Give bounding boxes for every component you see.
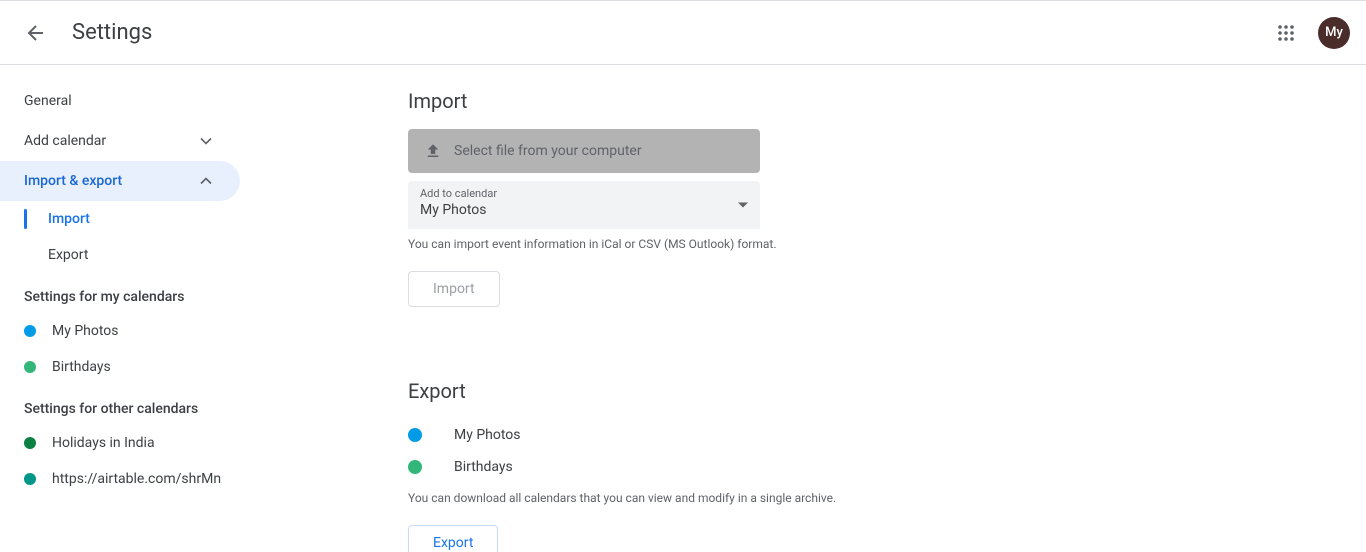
upload-icon bbox=[424, 142, 442, 160]
sidebar-sub-export[interactable]: Export bbox=[0, 237, 256, 273]
other-cal-item[interactable]: Holidays in India bbox=[0, 425, 256, 461]
main-content: Import Select file from your computer Ad… bbox=[256, 65, 1366, 552]
import-button[interactable]: Import bbox=[408, 271, 500, 307]
import-button-label: Import bbox=[433, 281, 475, 297]
sidebar-item-label: Import & export bbox=[24, 173, 122, 189]
export-button[interactable]: Export bbox=[408, 525, 498, 552]
add-to-calendar-dropdown[interactable]: Add to calendar My Photos bbox=[408, 181, 760, 229]
calendar-dot-icon bbox=[408, 460, 422, 474]
body: General Add calendar Import & export Imp… bbox=[0, 65, 1366, 552]
header-left: Settings bbox=[16, 13, 152, 53]
sidebar-sub-import[interactable]: Import bbox=[0, 201, 256, 237]
calendar-label: Holidays in India bbox=[52, 435, 155, 451]
export-cal-row: Birthdays bbox=[408, 451, 1366, 483]
my-cal-item[interactable]: Birthdays bbox=[0, 349, 256, 385]
sidebar-item-add-calendar[interactable]: Add calendar bbox=[0, 121, 240, 161]
dropdown-label: Add to calendar bbox=[420, 187, 748, 200]
back-button[interactable] bbox=[16, 13, 56, 53]
arrow-left-icon bbox=[24, 21, 48, 45]
calendar-dot-icon bbox=[24, 437, 36, 449]
select-file-button[interactable]: Select file from your computer bbox=[408, 129, 760, 173]
chevron-down-icon bbox=[196, 131, 216, 151]
export-button-label: Export bbox=[433, 535, 473, 551]
section-my-calendars: Settings for my calendars bbox=[0, 273, 256, 313]
dropdown-value: My Photos bbox=[420, 202, 748, 218]
calendar-dot-icon bbox=[24, 473, 36, 485]
other-cal-item[interactable]: https://airtable.com/shrMn bbox=[0, 461, 256, 497]
sidebar-item-import-export[interactable]: Import & export bbox=[0, 161, 240, 201]
chevron-up-icon bbox=[196, 171, 216, 191]
google-apps-button[interactable] bbox=[1266, 13, 1306, 53]
sidebar-subitem-label: Import bbox=[48, 211, 90, 227]
apps-grid-icon bbox=[1277, 24, 1295, 42]
calendar-dot-icon bbox=[408, 428, 422, 442]
export-cal-label: My Photos bbox=[454, 427, 521, 443]
sidebar-subitem-label: Export bbox=[48, 247, 88, 263]
account-avatar[interactable]: My bbox=[1318, 17, 1350, 49]
calendar-label: https://airtable.com/shrMn bbox=[52, 471, 221, 487]
calendar-dot-icon bbox=[24, 361, 36, 373]
calendar-label: Birthdays bbox=[52, 359, 111, 375]
sidebar: General Add calendar Import & export Imp… bbox=[0, 65, 256, 552]
export-cal-label: Birthdays bbox=[454, 459, 513, 475]
calendar-label: My Photos bbox=[52, 323, 119, 339]
export-helper-text: You can download all calendars that you … bbox=[408, 491, 1366, 505]
select-file-label: Select file from your computer bbox=[454, 143, 642, 159]
calendar-dot-icon bbox=[24, 325, 36, 337]
header-right: My bbox=[1266, 13, 1350, 53]
header: Settings My bbox=[0, 1, 1366, 65]
export-cal-row: My Photos bbox=[408, 419, 1366, 451]
my-cal-item[interactable]: My Photos bbox=[0, 313, 256, 349]
dropdown-arrow-icon bbox=[738, 203, 748, 208]
section-other-calendars: Settings for other calendars bbox=[0, 385, 256, 425]
export-section: Export My Photos Birthdays You can downl… bbox=[408, 379, 1366, 552]
export-section-title: Export bbox=[408, 379, 1366, 403]
sidebar-item-label: Add calendar bbox=[24, 133, 106, 149]
sidebar-item-label: General bbox=[24, 93, 72, 109]
import-helper-text: You can import event information in iCal… bbox=[408, 237, 1366, 251]
import-section-title: Import bbox=[408, 89, 1366, 113]
page-title: Settings bbox=[72, 20, 152, 45]
sidebar-item-general[interactable]: General bbox=[0, 81, 240, 121]
